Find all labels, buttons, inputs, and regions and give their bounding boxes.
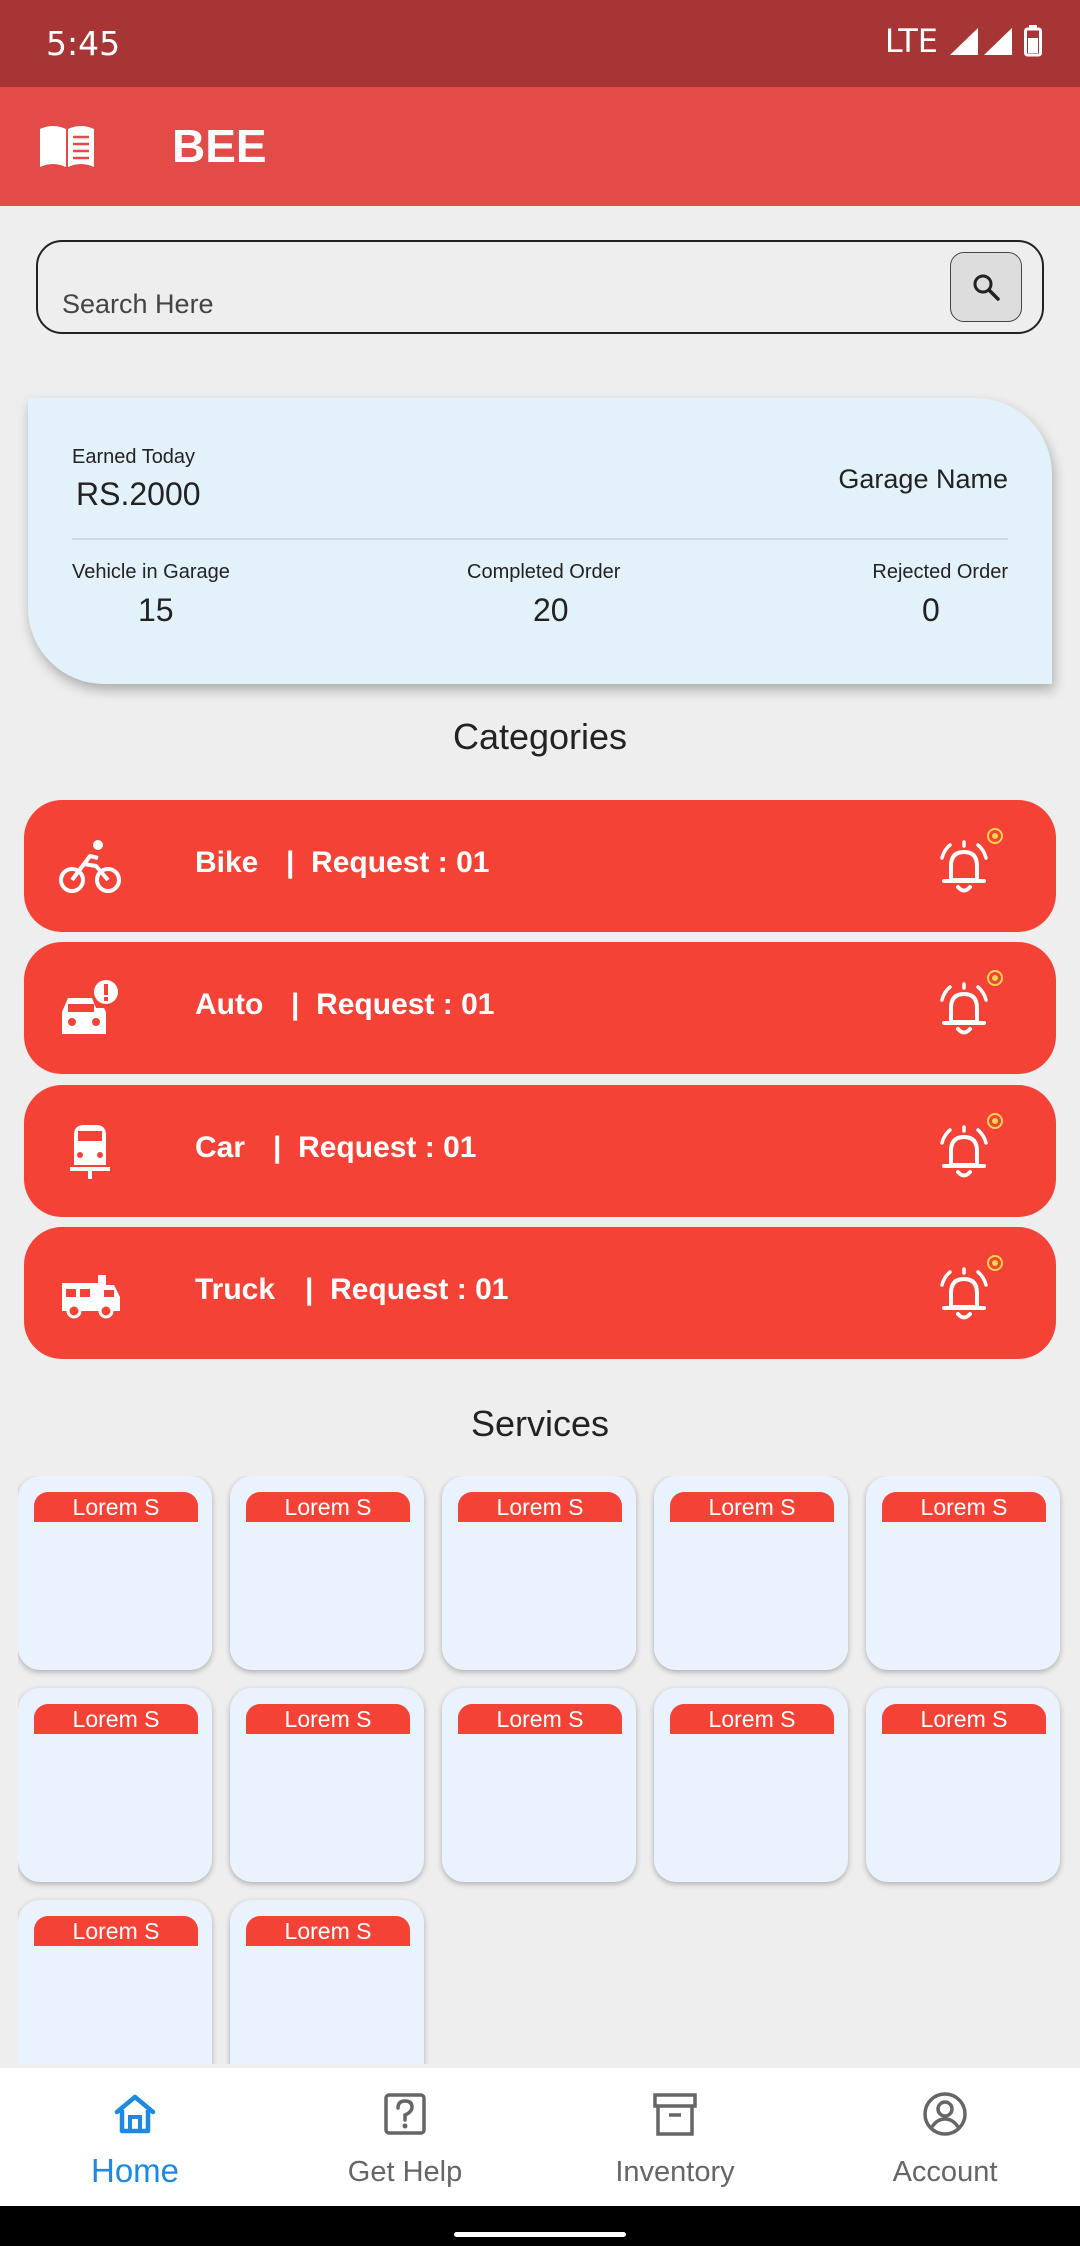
earned-today-label: Earned Today — [72, 446, 196, 468]
service-label: Lorem S — [882, 1704, 1046, 1734]
service-tile[interactable]: Lorem S — [654, 1476, 848, 1670]
completed-order-label: Completed Order — [467, 561, 621, 583]
status-indicators: LTE — [885, 22, 1042, 60]
category-bike[interactable]: Bike | Request : 01 — [24, 800, 1056, 932]
service-label: Lorem S — [670, 1492, 834, 1522]
alarm-bell-icon[interactable] — [934, 1123, 994, 1181]
status-time: 5:45 — [46, 24, 121, 63]
service-tile[interactable]: Lorem S — [230, 1688, 424, 1882]
service-tile[interactable]: Lorem S — [442, 1476, 636, 1670]
service-tile[interactable]: Lorem S — [654, 1688, 848, 1882]
service-label: Lorem S — [246, 1492, 410, 1522]
service-label: Lorem S — [882, 1492, 1046, 1522]
notification-dot — [987, 828, 1003, 844]
category-name: Auto — [195, 988, 264, 1021]
network-type: LTE — [884, 22, 938, 60]
menu-book-icon[interactable] — [38, 123, 96, 169]
service-label: Lorem S — [34, 1916, 198, 1946]
service-tile[interactable]: Lorem S — [18, 1476, 212, 1670]
nav-account[interactable]: Account — [810, 2068, 1080, 2206]
category-name: Truck — [195, 1273, 276, 1306]
category-name: Bike — [195, 846, 259, 879]
rejected-order-value: 0 — [922, 592, 940, 628]
nav-label: Inventory — [615, 2156, 735, 2188]
battery-icon — [1024, 25, 1042, 57]
service-tile[interactable]: Lorem S — [18, 1900, 212, 2064]
service-tile[interactable]: Lorem S — [18, 1688, 212, 1882]
gesture-handle[interactable] — [454, 2232, 626, 2237]
service-label: Lorem S — [34, 1492, 198, 1522]
alarm-bell-icon[interactable] — [934, 1265, 994, 1323]
notification-dot — [987, 1113, 1003, 1129]
services-grid: Lorem S Lorem S Lorem S Lorem S Lorem S … — [18, 1476, 1068, 2064]
service-label: Lorem S — [34, 1704, 198, 1734]
vehicle-in-garage-label: Vehicle in Garage — [72, 561, 230, 583]
nav-home[interactable]: Home — [0, 2068, 270, 2206]
search-input[interactable] — [62, 282, 942, 326]
completed-order-value: 20 — [533, 592, 569, 628]
rejected-order-label: Rejected Order — [872, 561, 1008, 583]
category-car[interactable]: Car | Request : 01 — [24, 1085, 1056, 1217]
nav-label: Home — [90, 2152, 180, 2189]
gesture-bar — [0, 2206, 1080, 2246]
garage-name: Garage Name — [838, 464, 1008, 494]
service-tile[interactable]: Lorem S — [230, 1476, 424, 1670]
card-divider — [72, 538, 1008, 540]
service-tile[interactable]: Lorem S — [442, 1688, 636, 1882]
category-truck[interactable]: Truck | Request : 01 — [24, 1227, 1056, 1359]
app-title: BEE — [172, 120, 267, 172]
categories-title: Categories — [452, 716, 628, 757]
nav-label: Account — [892, 2156, 998, 2188]
service-label: Lorem S — [246, 1704, 410, 1734]
stats-card: Earned Today RS.2000 Garage Name Vehicle… — [28, 398, 1052, 684]
services-title: Services — [470, 1403, 610, 1444]
service-tile[interactable]: Lorem S — [866, 1688, 1060, 1882]
search-icon — [973, 274, 1000, 301]
earned-today-value: RS.2000 — [76, 476, 201, 512]
nav-inventory[interactable]: Inventory — [540, 2068, 810, 2206]
car-icon — [70, 1125, 110, 1179]
service-label: Lorem S — [458, 1704, 622, 1734]
category-request: | Request : 01 — [273, 1131, 477, 1164]
status-bar: 5:45 LTE — [0, 0, 1080, 87]
app-bar: BEE — [0, 87, 1080, 206]
signal-icon — [950, 28, 1012, 55]
category-request: | Request : 01 — [286, 846, 490, 879]
category-name: Car — [195, 1131, 246, 1164]
help-icon — [384, 2093, 426, 2135]
service-label: Lorem S — [246, 1916, 410, 1946]
service-label: Lorem S — [458, 1492, 622, 1522]
truck-icon — [62, 1275, 120, 1319]
home-icon — [114, 2094, 156, 2134]
category-request: | Request : 01 — [305, 1273, 509, 1306]
alarm-bell-icon[interactable] — [934, 838, 994, 896]
bottom-nav: Home Get Help Inventory Account — [0, 2068, 1080, 2206]
nav-label: Get Help — [347, 2156, 463, 2188]
service-tile[interactable]: Lorem S — [866, 1476, 1060, 1670]
vehicle-in-garage-value: 15 — [138, 592, 174, 628]
account-icon — [923, 2092, 967, 2136]
service-label: Lorem S — [670, 1704, 834, 1734]
bike-icon — [59, 840, 121, 893]
auto-icon — [62, 980, 118, 1034]
service-tile[interactable]: Lorem S — [230, 1900, 424, 2064]
search-button[interactable] — [950, 252, 1022, 322]
notification-dot — [987, 1255, 1003, 1271]
category-request: | Request : 01 — [291, 988, 495, 1021]
category-auto[interactable]: Auto | Request : 01 — [24, 942, 1056, 1074]
nav-get-help[interactable]: Get Help — [270, 2068, 540, 2206]
alarm-bell-icon[interactable] — [934, 980, 994, 1038]
inventory-icon — [653, 2093, 697, 2136]
notification-dot — [987, 970, 1003, 986]
search-box — [36, 240, 1044, 334]
